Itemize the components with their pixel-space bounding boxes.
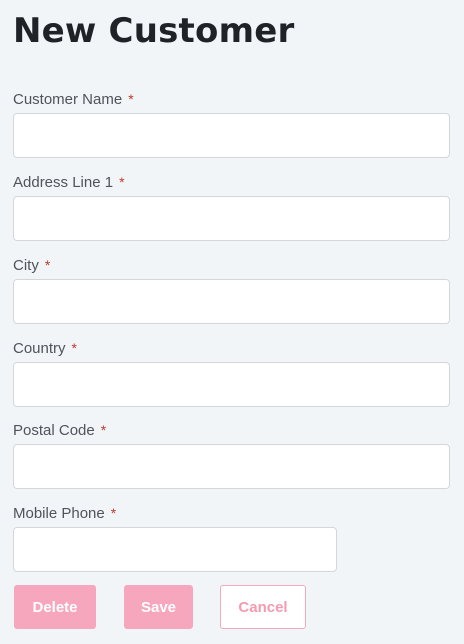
city-label: City * [13,257,51,274]
country-input[interactable] [13,362,450,407]
required-marker: * [110,505,117,521]
customer-name-label: Customer Name * [13,91,134,108]
cancel-button[interactable]: Cancel [220,585,306,629]
mobile-phone-label: Mobile Phone * [13,505,117,522]
city-input[interactable] [13,279,450,324]
postal-code-input[interactable] [13,444,450,489]
customer-name-field: Customer Name * [13,89,450,158]
postal-code-label: Postal Code * [13,422,107,439]
address-line-1-input[interactable] [13,196,450,241]
required-marker: * [128,91,134,107]
mobile-phone-field: Mobile Phone * [13,503,337,572]
page-title: New Customer [13,11,295,51]
country-field: Country * [13,338,450,407]
customer-name-input[interactable] [13,113,450,158]
address-line-1-label: Address Line 1 * [13,174,125,191]
required-marker: * [119,174,125,190]
required-marker: * [71,340,77,356]
address-line-1-field: Address Line 1 * [13,172,450,241]
country-label: Country * [13,340,77,357]
mobile-phone-input[interactable] [13,527,337,572]
delete-button[interactable]: Delete [14,585,96,629]
postal-code-field: Postal Code * [13,420,450,489]
city-field: City * [13,255,450,324]
required-marker: * [100,422,107,438]
save-button[interactable]: Save [124,585,193,629]
required-marker: * [44,257,51,273]
